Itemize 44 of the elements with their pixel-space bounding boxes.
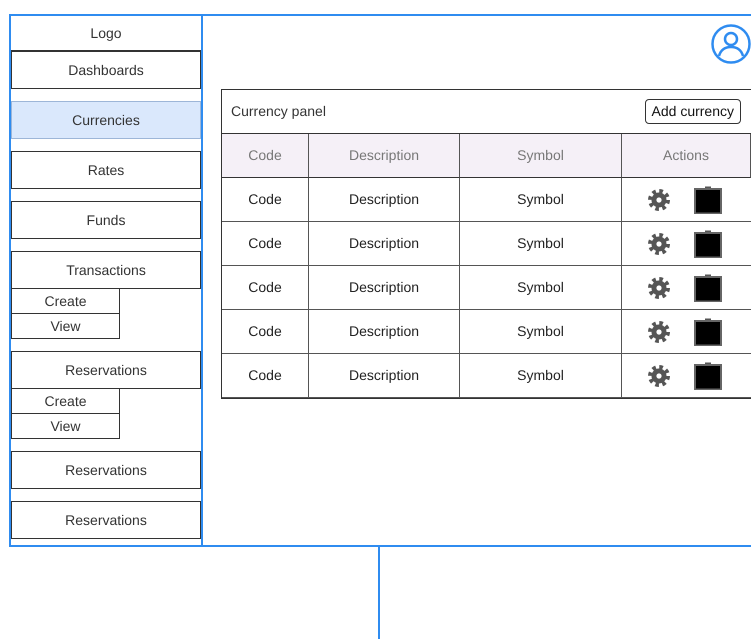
table-cell: Description [309, 354, 460, 398]
sidebar-item[interactable]: Dashboards [11, 51, 201, 89]
table-cell: Symbol [460, 310, 622, 354]
column-header: Code [222, 134, 309, 178]
table-cell: Symbol [460, 266, 622, 310]
trash-icon[interactable] [694, 230, 722, 258]
table-cell: Symbol [460, 354, 622, 398]
table-cell: Code [222, 266, 309, 310]
sidebar-item[interactable]: Currencies [11, 101, 201, 139]
table-cell: Description [309, 222, 460, 266]
trash-icon[interactable] [694, 186, 722, 214]
table-cell: Symbol [460, 178, 622, 222]
sidebar-subitem[interactable]: Create [11, 289, 120, 314]
sidebar-subitem[interactable]: View [11, 314, 120, 339]
trash-icon[interactable] [694, 274, 722, 302]
table-cell: Code [222, 222, 309, 266]
column-header: Description [309, 134, 460, 178]
settings-icon[interactable] [646, 362, 672, 388]
trash-icon[interactable] [694, 318, 722, 346]
sidebar-subitem[interactable]: View [11, 414, 120, 439]
table-cell: Description [309, 178, 460, 222]
table-cell: Code [222, 178, 309, 222]
table-cell: Description [309, 310, 460, 354]
table-cell: Code [222, 310, 309, 354]
table-cell: Symbol [460, 222, 622, 266]
settings-icon[interactable] [646, 186, 672, 212]
sidebar-item[interactable]: Reservations [11, 501, 201, 539]
sidebar-item[interactable]: Reservations [11, 451, 201, 489]
user-icon[interactable] [711, 24, 751, 64]
column-header: Actions [622, 134, 751, 178]
table-cell: Description [309, 266, 460, 310]
sidebar-item[interactable]: Funds [11, 201, 201, 239]
trash-icon[interactable] [694, 362, 722, 390]
sidebar-subitem[interactable]: Create [11, 389, 120, 414]
column-header: Symbol [460, 134, 622, 178]
add-currency-button[interactable]: Add currency [644, 99, 741, 124]
sidebar-item[interactable]: Reservations [11, 351, 201, 389]
settings-icon[interactable] [646, 274, 672, 300]
settings-icon[interactable] [646, 230, 672, 256]
panel-title: Currency panel [231, 102, 326, 121]
sidebar-item[interactable]: Transactions [11, 251, 201, 289]
table-cell: Code [222, 354, 309, 398]
sidebar-item[interactable]: Rates [11, 151, 201, 189]
settings-icon[interactable] [646, 318, 672, 344]
